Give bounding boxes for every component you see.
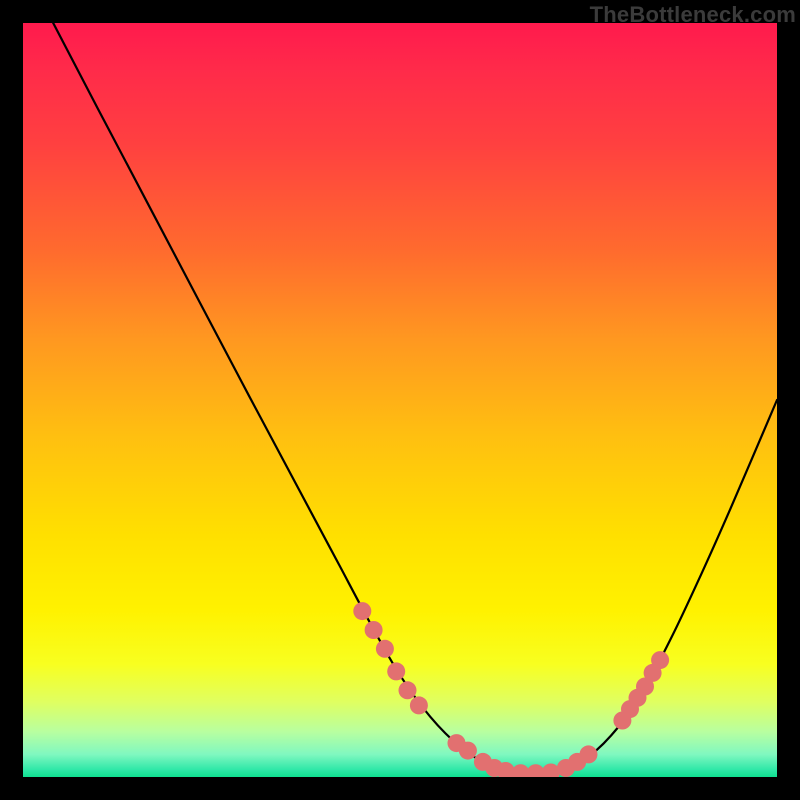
highlight-dot <box>651 651 669 669</box>
highlight-marker-group <box>353 602 669 777</box>
highlight-dot <box>527 764 545 777</box>
highlight-dot <box>410 696 428 714</box>
highlight-dot <box>399 681 417 699</box>
plot-svg <box>23 23 777 777</box>
highlight-dot <box>353 602 371 620</box>
highlight-dot <box>542 764 560 778</box>
highlight-dot <box>580 745 598 763</box>
watermark-text: TheBottleneck.com <box>590 2 796 28</box>
plot-frame <box>23 23 777 777</box>
highlight-dot <box>387 662 405 680</box>
highlight-dot <box>459 742 477 760</box>
highlight-dot <box>365 621 383 639</box>
highlight-dot <box>376 640 394 658</box>
